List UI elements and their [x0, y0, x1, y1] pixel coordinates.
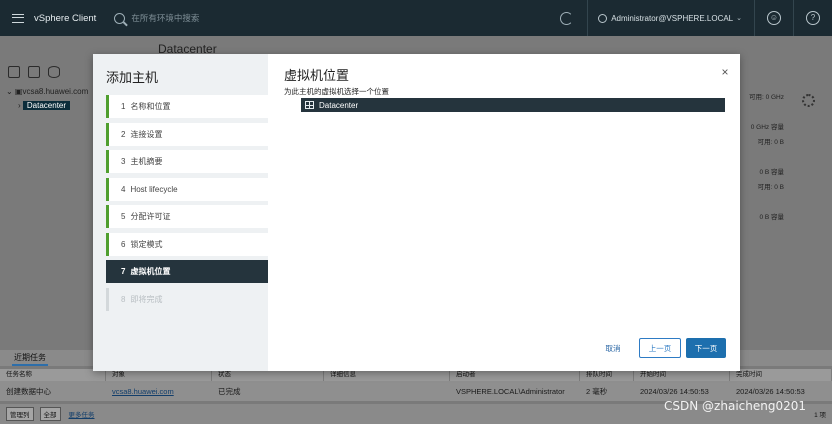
step-label: 主机摘要: [130, 157, 163, 166]
wizard-content: 虚拟机位置 × 为此主机的虚拟机选择一个位置 Datacenter 取消 上一页…: [268, 54, 740, 371]
search-icon[interactable]: [114, 12, 126, 24]
tree-node-label: Datacenter: [22, 100, 71, 110]
help-icon[interactable]: ?: [806, 11, 820, 25]
step-number: 1: [121, 102, 126, 111]
task-initiator: VSPHERE.LOCAL\Administrator: [456, 386, 565, 396]
task-queued: 2 毫秒: [586, 386, 608, 396]
task-object-link[interactable]: vcsa8.huawei.com: [106, 387, 212, 396]
step-number: 2: [121, 129, 126, 139]
step-number: 3: [121, 157, 126, 166]
wizard-step-2[interactable]: 2 连接设置: [106, 122, 268, 146]
cancel-button[interactable]: 取消: [593, 338, 633, 358]
step-label: 分配许可证: [130, 212, 171, 221]
app-brand: vSphere Client: [34, 12, 97, 24]
divider: [793, 0, 794, 36]
step-number: 4: [121, 184, 126, 194]
step-label: Host lifecycle: [130, 184, 178, 194]
gear-icon[interactable]: [802, 94, 815, 107]
chevron-down-icon[interactable]: ⌄: [736, 14, 742, 22]
menu-icon[interactable]: [12, 13, 24, 23]
step-number: 5: [121, 212, 126, 221]
top-bar: vSphere Client 在所有环境中搜索 Administrator@VS…: [0, 0, 832, 36]
step-label: 名称和位置: [130, 102, 171, 111]
vms-templates-icon[interactable]: [28, 66, 40, 78]
wizard-steps: 1 名称和位置 2 连接设置 3 主机摘要 4 Host lifecycle 5 分配许可…: [106, 95, 268, 315]
tree-node-vcenter[interactable]: ⌄ ▣ vcsa8.huawei.com: [6, 84, 88, 98]
step-label: 即将完成: [130, 294, 163, 304]
divider: [754, 0, 755, 36]
watermark: CSDN @zhaicheng0201: [664, 399, 806, 413]
back-button[interactable]: 上一页: [639, 338, 681, 358]
hosts-clusters-icon[interactable]: [8, 66, 20, 78]
refresh-icon[interactable]: [560, 11, 574, 25]
page-title: 虚拟机位置: [284, 68, 350, 83]
wizard-step-8: 8 即将完成: [106, 287, 268, 311]
global-search-input[interactable]: 在所有环境中搜索: [131, 12, 199, 24]
task-name: 创建数据中心: [6, 386, 51, 396]
user-menu[interactable]: Administrator@VSPHERE.LOCAL: [611, 14, 733, 23]
step-number: 6: [121, 239, 126, 249]
tree-item-label: Datacenter: [319, 100, 359, 110]
step-label: 连接设置: [130, 129, 163, 139]
wizard-steps-panel: 添加主机 1 名称和位置 2 连接设置 3 主机摘要 4 Host lifecycle …: [93, 54, 268, 371]
step-number: 8: [121, 294, 126, 304]
next-button[interactable]: 下一页: [686, 338, 726, 358]
task-status: 已完成: [218, 386, 241, 396]
manage-columns-button[interactable]: 管理列: [6, 407, 34, 421]
item-count: 1 项: [814, 412, 826, 419]
wizard-step-7[interactable]: 7 虚拟机位置: [106, 260, 268, 283]
task-end: 2024/03/26 14:50:53: [736, 386, 805, 396]
datacenter-icon: [305, 101, 314, 109]
page-description: 为此主机的虚拟机选择一个位置: [284, 87, 389, 96]
inventory-tree: ⌄ ▣ vcsa8.huawei.com › Datacenter: [6, 84, 88, 112]
column-header[interactable]: 完成时间: [730, 369, 832, 381]
close-icon[interactable]: ×: [719, 66, 731, 78]
task-start: 2024/03/26 14:50:53: [640, 386, 709, 396]
step-label: 锁定模式: [130, 239, 163, 249]
tree-node-datacenter[interactable]: › Datacenter: [6, 98, 88, 112]
storage-icon[interactable]: [48, 66, 60, 78]
add-host-wizard: 添加主机 1 名称和位置 2 连接设置 3 主机摘要 4 Host lifecycle …: [93, 54, 740, 371]
feedback-icon[interactable]: ☺: [767, 11, 781, 25]
divider: [587, 0, 589, 36]
tab-recent-tasks[interactable]: 近期任务: [12, 351, 48, 366]
wizard-step-4[interactable]: 4 Host lifecycle: [106, 177, 268, 201]
step-number: 7: [121, 267, 126, 276]
wizard-title: 添加主机: [106, 70, 159, 85]
step-label: 虚拟机位置: [130, 267, 171, 276]
tree-node-label: vcsa8.huawei.com: [22, 86, 89, 96]
location-tree-item-datacenter[interactable]: Datacenter: [301, 98, 725, 112]
column-header[interactable]: 任务名称: [0, 369, 106, 381]
wizard-step-6[interactable]: 6 锁定模式: [106, 232, 268, 256]
table-row[interactable]: 创建数据中心 vcsa8.huawei.com 已完成 VSPHERE.LOCA…: [0, 381, 832, 401]
user-icon: [598, 13, 608, 23]
inventory-toolbar: [0, 60, 92, 84]
filter-select[interactable]: 全部: [39, 407, 61, 421]
wizard-step-1[interactable]: 1 名称和位置: [106, 95, 268, 118]
wizard-step-5[interactable]: 5 分配许可证: [106, 205, 268, 228]
more-tasks-link[interactable]: 更多任务: [69, 409, 95, 419]
wizard-step-3[interactable]: 3 主机摘要: [106, 150, 268, 173]
